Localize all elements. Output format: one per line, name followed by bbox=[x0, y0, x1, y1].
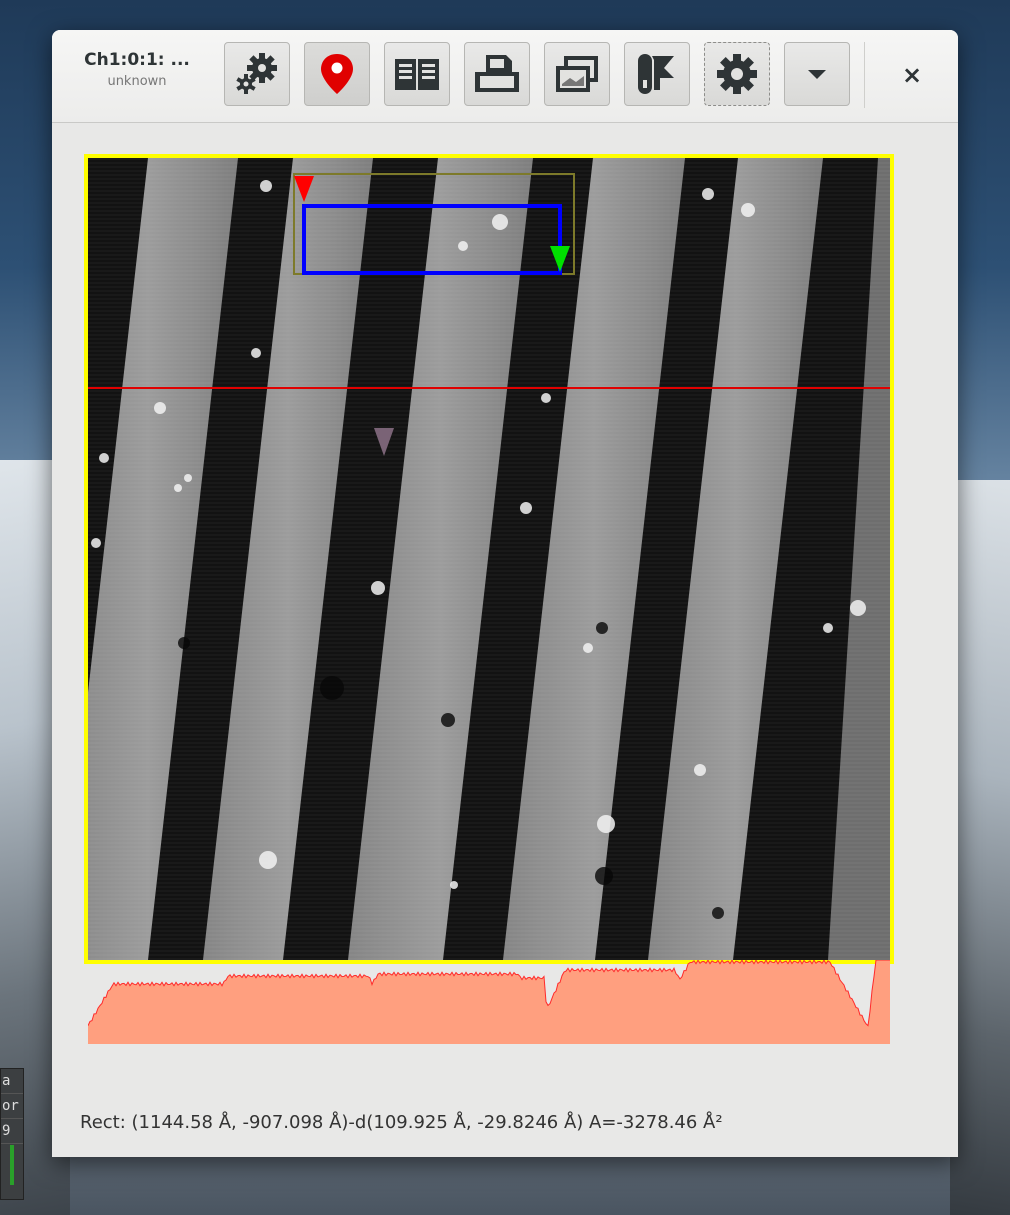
bright-adatom bbox=[492, 214, 508, 230]
bright-adatom bbox=[741, 203, 755, 217]
header-separator bbox=[864, 42, 865, 108]
profile-area bbox=[88, 960, 890, 1044]
bright-adatom bbox=[91, 538, 101, 548]
dark-vacancy bbox=[712, 907, 724, 919]
background-text: or bbox=[1, 1094, 23, 1119]
dark-vacancy bbox=[596, 622, 608, 634]
bright-adatom bbox=[520, 502, 532, 514]
book-icon bbox=[395, 59, 439, 90]
channel-window: Ch1:0:1: ... unknown × Rect: (1144.58 Å,… bbox=[52, 30, 958, 1157]
bright-adatom bbox=[371, 581, 385, 595]
dark-vacancy bbox=[178, 637, 190, 649]
bright-adatom bbox=[850, 600, 866, 616]
print-button[interactable] bbox=[464, 42, 530, 106]
close-icon: × bbox=[901, 61, 923, 89]
bright-adatom bbox=[184, 474, 192, 482]
layers-icon bbox=[556, 56, 598, 92]
bright-adatom bbox=[583, 643, 593, 653]
bright-adatom bbox=[260, 180, 272, 192]
background-text: 9 bbox=[1, 1119, 23, 1144]
bright-adatom bbox=[259, 851, 277, 869]
map-pin-icon bbox=[321, 54, 353, 94]
bright-adatom bbox=[823, 623, 833, 633]
dark-vacancy bbox=[595, 867, 613, 885]
bright-adatom bbox=[99, 453, 109, 463]
view-layers-button[interactable] bbox=[544, 42, 610, 106]
window-subtitle: unknown bbox=[107, 74, 167, 89]
view-options-button[interactable] bbox=[704, 42, 770, 106]
bright-adatom bbox=[154, 402, 166, 414]
dark-vacancy bbox=[441, 713, 455, 727]
close-button[interactable]: × bbox=[890, 58, 934, 92]
bright-adatom bbox=[597, 815, 615, 833]
info-book-button[interactable] bbox=[384, 42, 450, 106]
gear-icon bbox=[717, 54, 757, 94]
dark-vacancy bbox=[320, 676, 344, 700]
clip-tool-button[interactable] bbox=[624, 42, 690, 106]
background-text: a bbox=[1, 1069, 23, 1094]
bright-adatom bbox=[694, 764, 706, 776]
chevron-down-icon bbox=[808, 70, 826, 79]
window-title: Ch1:0:1: ... bbox=[84, 50, 190, 70]
desktop-background-right bbox=[950, 480, 1010, 1215]
scan-image[interactable] bbox=[88, 158, 890, 960]
bright-adatom bbox=[702, 188, 714, 200]
channel-settings-button[interactable] bbox=[224, 42, 290, 106]
line-profile-plot bbox=[88, 960, 890, 1044]
menu-dropdown-button[interactable] bbox=[784, 42, 850, 106]
bright-adatom bbox=[541, 393, 551, 403]
level-meter bbox=[10, 1145, 14, 1185]
title-block: Ch1:0:1: ... unknown bbox=[72, 50, 202, 89]
marker-button[interactable] bbox=[304, 42, 370, 106]
header-bar: Ch1:0:1: ... unknown × bbox=[52, 30, 958, 123]
bright-adatom bbox=[458, 241, 468, 251]
printer-icon bbox=[475, 55, 519, 92]
scan-image-frame[interactable] bbox=[84, 154, 894, 964]
clip-icon bbox=[638, 54, 674, 94]
bright-adatom bbox=[251, 348, 261, 358]
bright-adatom bbox=[450, 881, 458, 889]
gears-icon bbox=[236, 53, 277, 94]
bright-adatom bbox=[174, 484, 182, 492]
background-window-fragment: a or 9 bbox=[0, 1068, 24, 1200]
status-text: Rect: (1144.58 Å, -907.098 Å)-d(109.925 … bbox=[80, 1112, 723, 1133]
